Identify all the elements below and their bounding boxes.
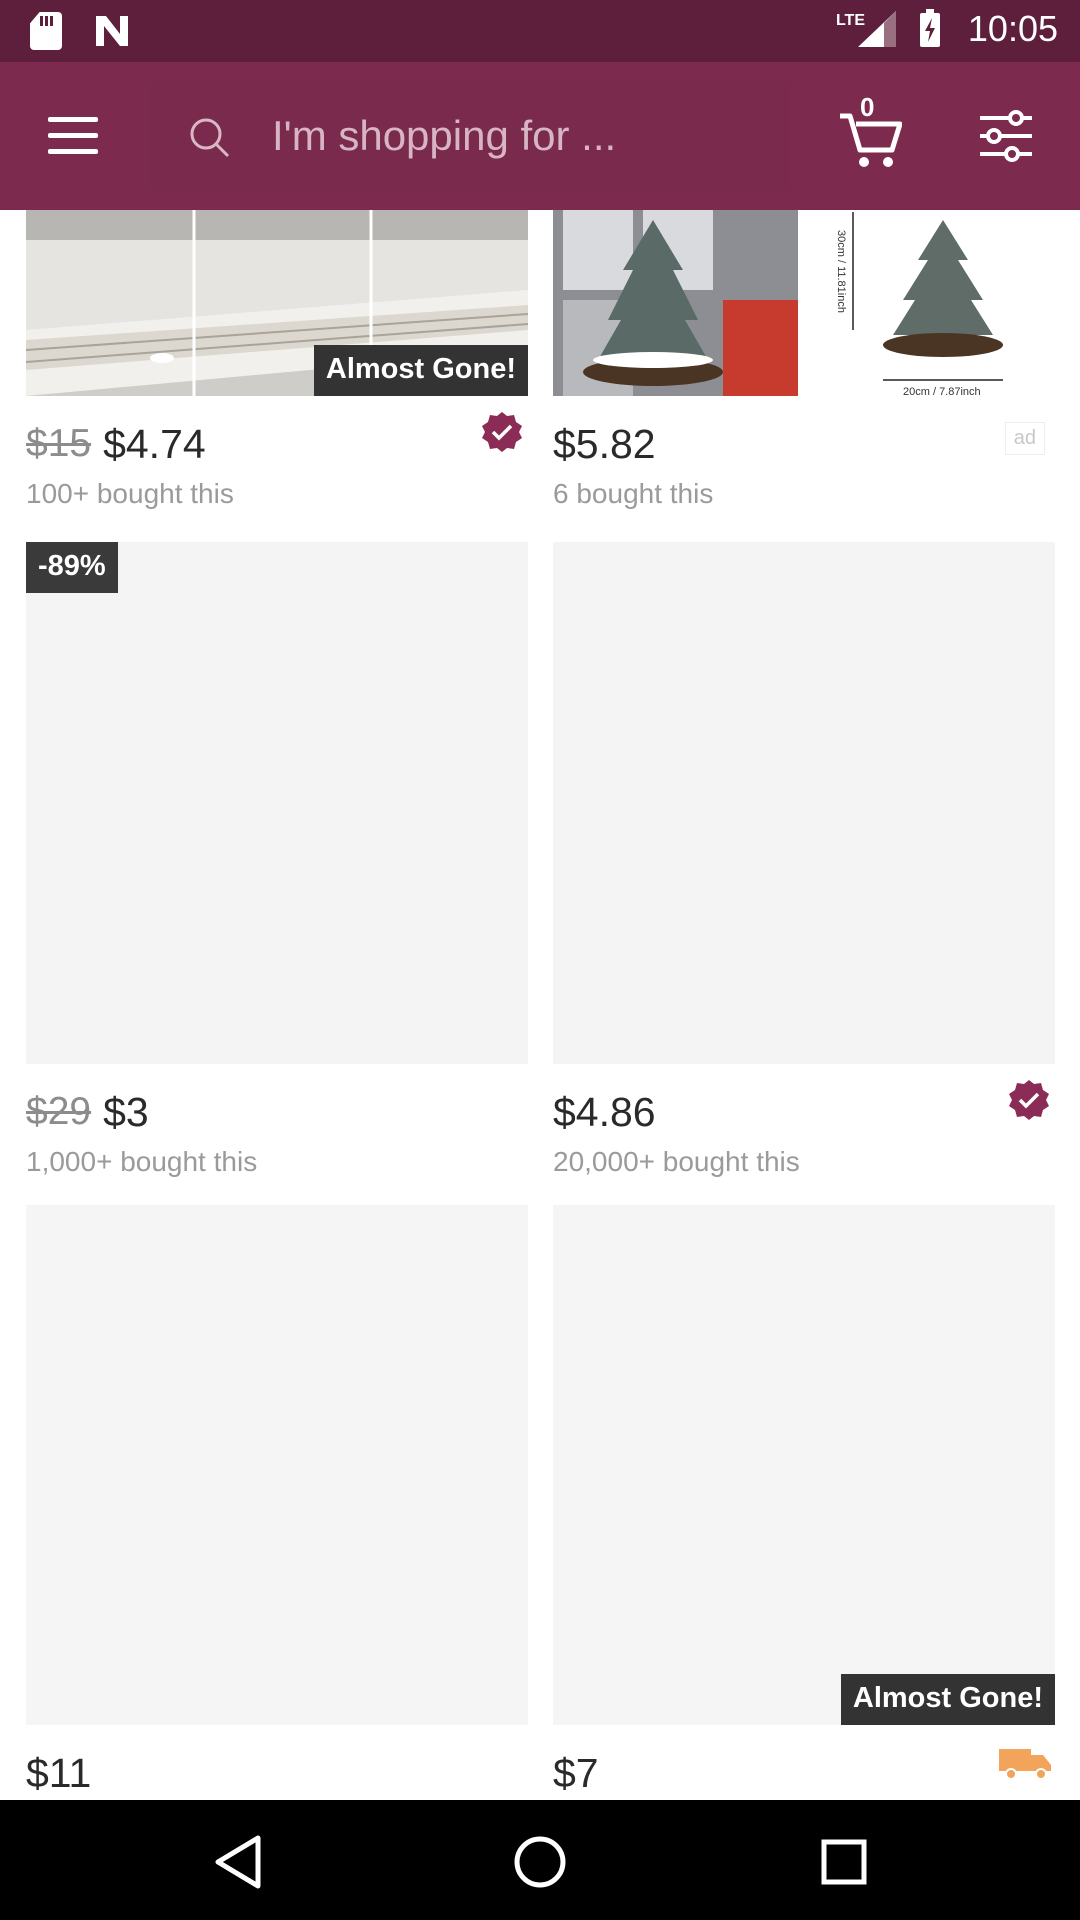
bought-count: 1,000+ bought this [26,1146,258,1177]
original-price: $29 [26,1090,92,1133]
width-label: 20cm / 7.87inch [903,386,981,396]
filter-button[interactable] [978,110,1034,162]
back-icon[interactable] [208,1832,268,1892]
cart-count-badge: 0 [860,92,875,122]
home-icon[interactable] [510,1832,570,1892]
hamburger-menu-icon[interactable] [48,117,98,154]
clock: 10:05 [967,8,1058,49]
sale-price: $7 [553,1749,599,1796]
battery-charging-icon [919,9,940,47]
sale-price: $4.86 [553,1088,656,1135]
bought-count: 20,000+ bought this [553,1146,800,1177]
cart-button[interactable]: 0 [838,92,903,170]
discount-badge: -89% [26,542,118,593]
verified-check-icon [482,412,522,452]
system-nav-bar [0,1800,1080,1920]
height-label: 30cm / 11.81inch [835,230,847,313]
sale-price: $5.82 [553,420,656,467]
sale-price: $3 [103,1088,149,1135]
product-card[interactable]: Almost Gone! $7 [553,1205,1055,1800]
status-bar: LTE 10:05 [0,0,1080,62]
product-image[interactable]: -89% [26,542,528,1064]
app-header: 0 [0,62,1080,210]
product-card[interactable]: $11 [26,1205,528,1800]
product-image[interactable] [26,1205,528,1725]
product-image[interactable]: 30cm / 11.81inch 20cm / 7.87inch [553,210,1055,396]
sale-price: $4.74 [103,420,206,467]
recents-icon[interactable] [814,1832,874,1892]
product-image[interactable]: Almost Gone! [553,1205,1055,1725]
product-grid: Almost Gone! $15 $4.74 100+ bought this [0,210,1080,1800]
almost-gone-badge: Almost Gone! [313,345,528,396]
original-price: $15 [26,422,92,465]
notification-n-icon [92,12,132,50]
product-card[interactable]: -89% $29 $3 1,000+ bought this [26,542,528,1178]
bought-count: 6 bought this [553,478,714,509]
delivery-truck-icon [999,1749,1051,1780]
product-image[interactable]: Almost Gone! [26,210,528,396]
search-input[interactable] [270,106,750,166]
search-icon [190,118,230,158]
signal-icon [857,11,896,47]
product-card[interactable]: 30cm / 11.81inch 20cm / 7.87inch $5.82 a… [553,210,1055,510]
search-bar[interactable] [150,82,790,190]
sd-card-icon [30,12,62,50]
product-card[interactable]: $4.86 20,000+ bought this [553,542,1055,1178]
almost-gone-badge: Almost Gone! [840,1674,1055,1725]
verified-check-icon [1009,1080,1049,1120]
rotating-tree-image: 30cm / 11.81inch 20cm / 7.87inch [553,210,1003,396]
sale-price: $11 [26,1749,92,1796]
bought-count: 100+ bought this [26,478,234,509]
product-image[interactable] [553,542,1055,1064]
ad-label: ad [1004,422,1045,455]
sliders-icon [980,110,1032,162]
product-card[interactable]: Almost Gone! $15 $4.74 100+ bought this [26,210,528,510]
